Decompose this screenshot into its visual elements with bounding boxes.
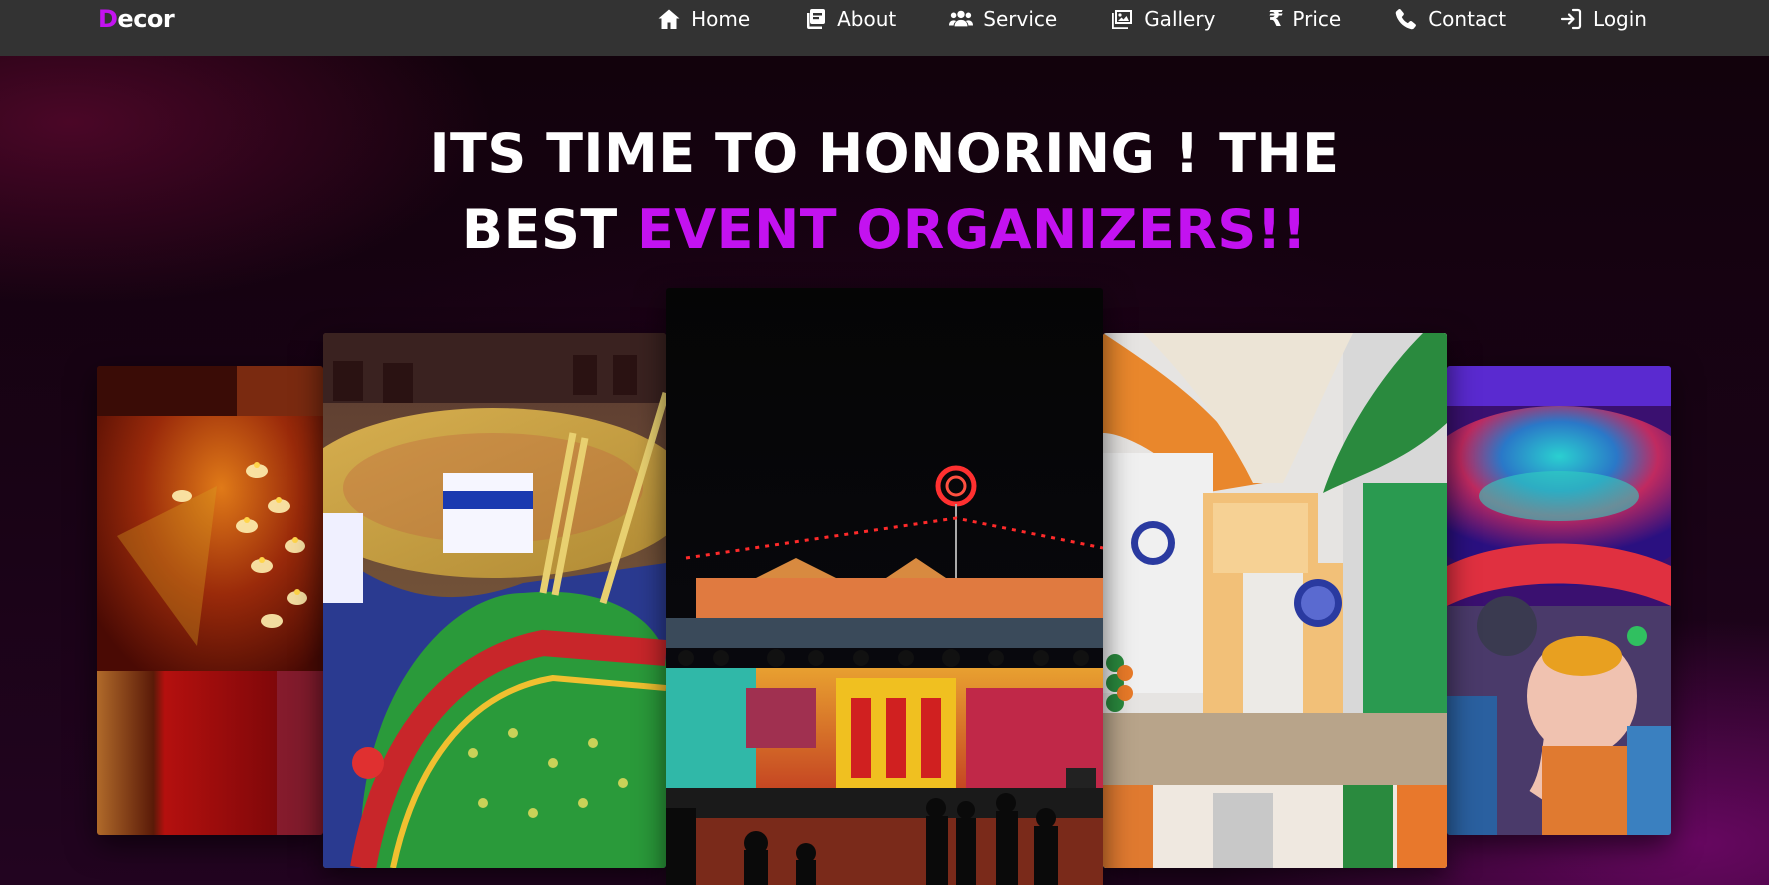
images-icon (1112, 10, 1133, 29)
login-icon (1560, 8, 1582, 30)
nav-item-label: Price (1292, 7, 1342, 31)
nav-item-label: Gallery (1144, 7, 1216, 31)
top-navbar: Decor Home About Service Gallery ₹ Price… (0, 0, 1769, 56)
nav-item-contact[interactable]: Contact (1394, 7, 1506, 31)
rupee-icon: ₹ (1268, 6, 1284, 32)
stage-lighting-event-image[interactable] (666, 288, 1103, 885)
phone-icon (1395, 8, 1417, 30)
diya-candles-decor-image[interactable] (97, 366, 323, 835)
hero-heading-line2-accent: EVENT ORGANIZERS!! (637, 198, 1308, 261)
nav-item-about[interactable]: About (803, 7, 896, 31)
nav-item-label: Login (1593, 7, 1647, 31)
nav-item-login[interactable]: Login (1559, 7, 1647, 31)
nav-item-label: Contact (1428, 7, 1507, 31)
india-gate-tricolor-decor-image[interactable] (1103, 333, 1447, 868)
hero-heading: ITS TIME TO HONORING ! THE BEST EVENT OR… (0, 116, 1769, 268)
hero-heading-line2-plain: BEST (461, 198, 637, 261)
nav-item-home[interactable]: Home (657, 7, 750, 31)
brand-first-letter: D (98, 5, 118, 33)
navratri-garba-decor-image[interactable] (323, 333, 666, 868)
nav-item-label: Home (691, 7, 751, 31)
nav-item-gallery[interactable]: Gallery (1110, 7, 1215, 31)
nav-item-label: About (837, 7, 897, 31)
home-icon (658, 9, 680, 29)
about-icon (807, 9, 826, 29)
hero-heading-line1: ITS TIME TO HONORING ! THE (429, 122, 1340, 185)
nav-item-price[interactable]: ₹ Price (1268, 7, 1341, 32)
users-icon (949, 10, 974, 27)
nav-links: Home About Service Gallery ₹ Price Conta… (657, 0, 1647, 38)
brand-rest: ecor (117, 5, 175, 33)
nav-item-service[interactable]: Service (949, 7, 1057, 31)
ganesh-idol-decor-image[interactable] (1447, 366, 1671, 835)
brand-logo[interactable]: Decor (98, 0, 175, 38)
nav-item-label: Service (983, 7, 1058, 31)
